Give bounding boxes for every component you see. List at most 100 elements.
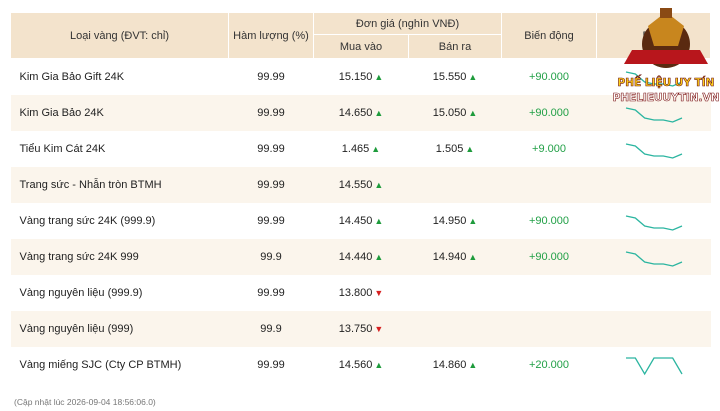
watermark-line2: PHELIEUUYTIN.VN [613,92,720,104]
buy-price: 13.800 [338,287,373,299]
sparkline-line [625,251,682,267]
up-arrow-icon: ▲ [468,252,478,262]
sparkline-cell [596,347,711,383]
up-arrow-icon: ▲ [468,72,478,82]
sparkline-cell [596,203,711,239]
watermark-line1: PHẾ LIỆU UY TÍN [618,74,715,89]
up-arrow-icon: ▲ [371,144,381,154]
change-cell: +9.000 [501,131,597,167]
purity-cell: 99.99 [228,203,314,239]
purity-cell: 99.99 [228,275,314,311]
change-cell: +90.000 [501,58,597,95]
buy-price-cell: 13.750 ▼ [313,311,409,347]
gold-type-cell: Vàng trang sức 24K 999 [10,239,229,275]
change-cell: +90.000 [501,203,597,239]
buy-price-cell: 14.450 ▲ [313,203,409,239]
up-arrow-icon: ▲ [468,360,478,370]
gold-type-cell: Kim Gia Bảo Gift 24K [10,58,229,95]
gold-type-cell: Vàng miếng SJC (Cty CP BTMH) [10,347,229,383]
sell-price-cell: 15.550 ▲ [408,58,502,95]
sell-price-cell: 1.505 ▲ [408,131,502,167]
table-row: Vàng trang sức 24K 999 99.9 14.440 ▲ 14.940 ▲… [10,239,711,275]
col-buy: Mua vào [313,34,409,59]
table-row: Vàng miếng SJC (Cty CP BTMH) 99.99 14.560 ▲… [10,347,711,383]
purity-cell: 99.9 [228,239,314,275]
col-change: Biến động [501,12,598,59]
purity-cell: 99.99 [228,95,314,131]
sparkline-cell [596,311,711,347]
trend-sparkline-icon [625,357,683,376]
change-cell: +90.000 [501,239,597,275]
watermark-logo-icon: PHẾ LIỆU UY TÍN PHELIEUUYTIN.VN [612,8,720,104]
buy-price: 1.465 [341,143,370,155]
buy-price-cell: 14.560 ▲ [313,347,409,383]
buy-price: 14.440 [338,251,373,263]
sell-price-cell [408,311,502,347]
buy-price-cell: 15.150 ▲ [313,58,409,95]
up-arrow-icon: ▲ [374,252,384,262]
sparkline-cell [596,131,711,167]
buy-price: 14.550 [338,179,373,191]
buy-price: 15.150 [338,71,373,83]
sell-price-cell [408,275,502,311]
up-arrow-icon: ▲ [374,180,384,190]
table-row: Vàng nguyên liệu (999) 99.9 13.750 ▼ [10,311,711,347]
col-gold-type: Loại vàng (ĐVT: chỉ) [10,12,229,59]
buy-price-cell: 14.550 ▲ [313,167,409,203]
gold-type-cell: Trang sức - Nhẫn tròn BTMH [10,167,229,203]
gold-price-table: Loại vàng (ĐVT: chỉ) Hàm lượng (%) Đơn g… [10,12,712,383]
col-sell: Bán ra [407,34,503,59]
table-row: Vàng trang sức 24K (999.9) 99.99 14.450 ▲ 14… [10,203,711,239]
sparkline-line [625,143,682,159]
table-row: Vàng nguyên liệu (999.9) 99.99 13.800 ▼ [10,275,711,311]
buy-price-cell: 13.800 ▼ [313,275,409,311]
down-arrow-icon: ▼ [374,324,384,334]
change-cell [501,311,597,347]
buy-price: 13.750 [338,323,373,335]
sell-price-cell [408,167,502,203]
change-cell [501,275,597,311]
change-cell: +90.000 [501,95,597,131]
trend-sparkline-icon [625,143,682,159]
up-arrow-icon: ▲ [468,108,478,118]
table-row: Kim Gia Bảo 24K 99.99 14.650 ▲ 15.050 ▲ +90.00… [10,95,711,131]
sparkline-cell [596,275,711,311]
col-purity: Hàm lượng (%) [228,12,314,59]
trend-sparkline-icon [625,215,682,231]
table-row: Tiểu Kim Cát 24K 99.99 1.465 ▲ 1.505 ▲ +9.000 [10,131,711,167]
gold-type-cell: Vàng nguyên liệu (999.9) [10,275,229,311]
sell-price: 14.950 [432,215,467,227]
purity-cell: 99.99 [228,131,314,167]
sell-price: 1.505 [435,143,464,155]
purity-cell: 99.99 [228,58,314,95]
down-arrow-icon: ▼ [374,288,384,298]
table-row: Kim Gia Bảo Gift 24K 99.99 15.150 ▲ 15.550 ▲ +… [10,58,711,95]
up-arrow-icon: ▲ [374,72,384,82]
gold-type-cell: Tiểu Kim Cát 24K [10,131,229,167]
buy-price-cell: 14.650 ▲ [313,95,409,131]
table-row: Trang sức - Nhẫn tròn BTMH 99.99 14.550 ▲ [10,167,711,203]
buy-price: 14.450 [338,215,373,227]
sell-price: 14.940 [432,251,467,263]
sparkline-cell [596,167,711,203]
sell-price-cell: 14.950 ▲ [408,203,502,239]
sell-price: 15.550 [432,71,467,83]
sell-price: 15.050 [432,107,467,119]
sell-price-cell: 14.860 ▲ [408,347,502,383]
sparkline-cell [596,239,711,275]
sell-price-cell: 14.940 ▲ [408,239,502,275]
update-note: (Cập nhật lúc 2026-09-04 18:56:06.0) [14,397,156,407]
change-cell [501,167,597,203]
change-cell: +20.000 [501,347,597,383]
sell-price: 14.860 [432,359,467,371]
sparkline-line [625,357,683,376]
buy-price-cell: 14.440 ▲ [313,239,409,275]
up-arrow-icon: ▲ [374,108,384,118]
sparkline-line [625,215,682,231]
buy-price: 14.650 [338,107,373,119]
buy-price: 14.560 [338,359,373,371]
up-arrow-icon: ▲ [374,216,384,226]
gold-type-cell: Vàng nguyên liệu (999) [10,311,229,347]
up-arrow-icon: ▲ [374,360,384,370]
buy-price-cell: 1.465 ▲ [313,131,409,167]
